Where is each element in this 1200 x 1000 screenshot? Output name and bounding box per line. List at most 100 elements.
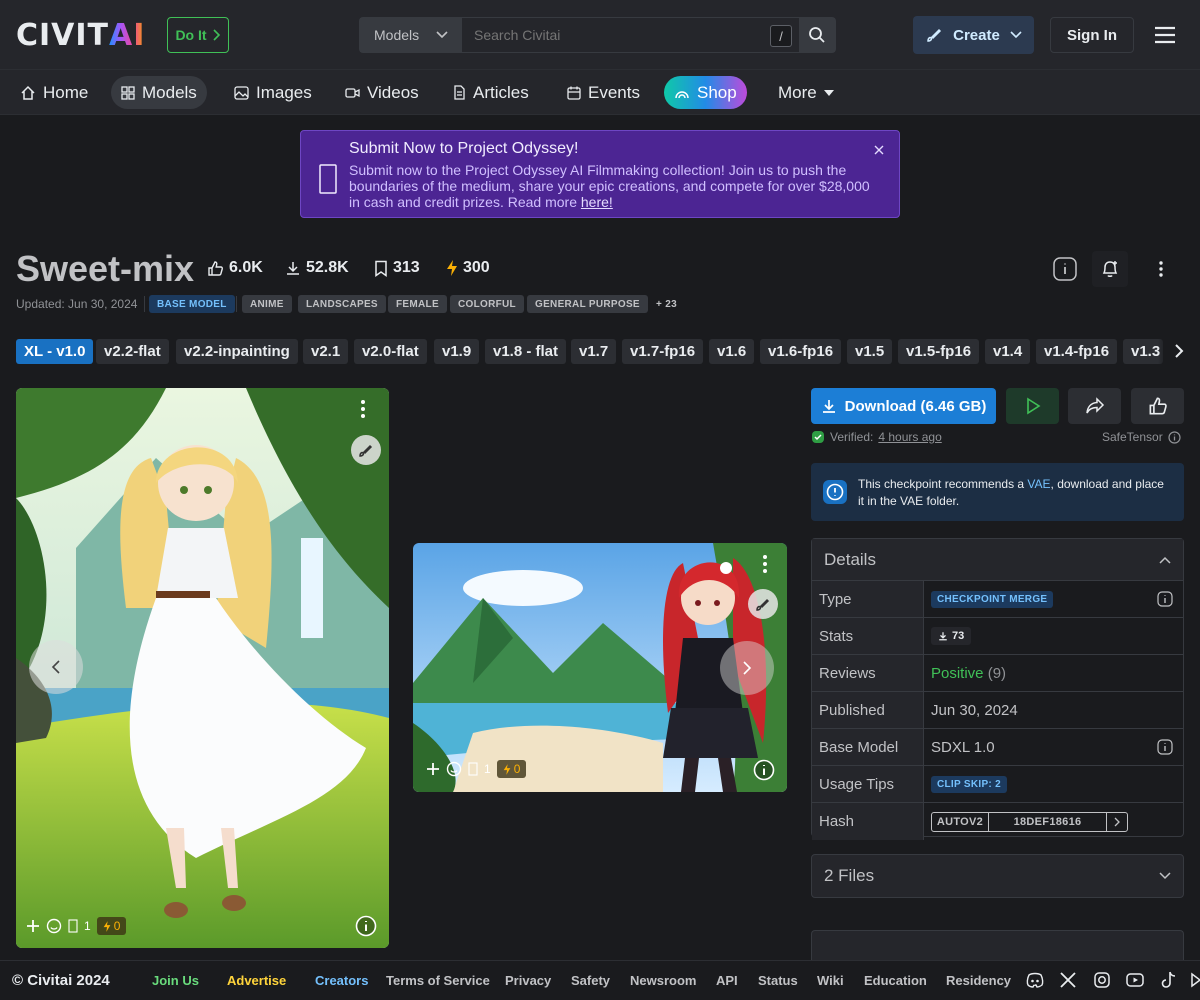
x-icon[interactable]: [1060, 972, 1076, 988]
create-button[interactable]: Create: [913, 16, 1034, 54]
smiley-icon[interactable]: [46, 918, 62, 934]
tag[interactable]: FEMALE: [388, 295, 447, 313]
menu-icon[interactable]: [1153, 25, 1177, 45]
version-tab[interactable]: v2.0-flat: [354, 339, 427, 364]
footer-link-residency[interactable]: Residency: [946, 973, 1011, 988]
smiley-icon[interactable]: [446, 761, 462, 777]
tiktok-icon[interactable]: [1161, 971, 1177, 989]
nav-events[interactable]: Events: [557, 76, 650, 109]
carousel-next-button[interactable]: [720, 641, 774, 695]
footer-link-wiki[interactable]: Wiki: [817, 973, 844, 988]
version-tab[interactable]: v2.1: [303, 339, 349, 364]
nav-home[interactable]: Home: [10, 76, 98, 109]
footer-link-advertise[interactable]: Advertise: [227, 973, 286, 988]
sign-in-button[interactable]: Sign In: [1050, 17, 1134, 53]
discord-icon[interactable]: [1026, 972, 1044, 988]
nav-images[interactable]: Images: [224, 76, 322, 109]
nav-more[interactable]: More: [768, 76, 844, 109]
footer-link-status[interactable]: Status: [758, 973, 798, 988]
kebab-icon[interactable]: [361, 400, 365, 418]
gallery-image-2[interactable]: 1 0: [413, 543, 787, 792]
details-header[interactable]: Details: [812, 539, 1183, 581]
version-tab[interactable]: v2.2-inpainting: [176, 339, 298, 364]
more-options-button[interactable]: [1143, 251, 1179, 287]
buzz-stat: 300: [446, 259, 490, 277]
info-icon[interactable]: [1168, 430, 1181, 444]
version-tab[interactable]: XL - v1.0: [16, 339, 94, 364]
info-button[interactable]: [1047, 251, 1083, 287]
like-button[interactable]: [1131, 388, 1184, 424]
footer-link-safety[interactable]: Safety: [571, 973, 610, 988]
buzz-tip[interactable]: 0: [96, 917, 127, 935]
vae-link[interactable]: VAE: [1027, 477, 1050, 491]
version-tab[interactable]: v1.9: [434, 339, 480, 364]
info-icon[interactable]: [1157, 739, 1173, 755]
hash-value[interactable]: 18DEF18616: [989, 812, 1107, 831]
search-input[interactable]: [462, 18, 799, 52]
footer-link-education[interactable]: Education: [864, 973, 927, 988]
info-icon[interactable]: [753, 759, 775, 781]
nav-videos[interactable]: Videos: [335, 76, 429, 109]
version-tab[interactable]: v1.3: [1123, 339, 1163, 364]
search-button[interactable]: [799, 18, 835, 52]
search-bar: Models /: [359, 17, 836, 53]
civitai-logo[interactable]: CIVIT AI: [16, 18, 145, 53]
version-tab[interactable]: v1.7: [571, 339, 617, 364]
comment-count: 1: [84, 919, 91, 933]
version-tab[interactable]: v1.7-fp16: [622, 339, 704, 364]
tag[interactable]: LANDSCAPES: [298, 295, 386, 313]
more-tags[interactable]: + 23: [648, 295, 685, 313]
next-panel-peek: [811, 930, 1184, 960]
footer-link-terms[interactable]: Terms of Service: [386, 973, 490, 988]
youtube-icon[interactable]: [1126, 972, 1144, 988]
plus-icon[interactable]: [426, 762, 440, 776]
files-panel[interactable]: 2 Files: [811, 854, 1184, 898]
close-icon[interactable]: [874, 145, 884, 155]
nav-articles[interactable]: Articles: [443, 76, 539, 109]
info-icon[interactable]: [355, 915, 377, 937]
footer-link-api[interactable]: API: [716, 973, 738, 988]
footer-link-join-us[interactable]: Join Us: [152, 973, 199, 988]
footer-link-privacy[interactable]: Privacy: [505, 973, 551, 988]
detail-row-stats: Stats 73: [812, 618, 1183, 655]
notify-button[interactable]: [1092, 251, 1128, 287]
footer-link-newsroom[interactable]: Newsroom: [630, 973, 696, 988]
reddit-icon[interactable]: [1188, 972, 1200, 988]
version-tab[interactable]: v2.2-flat: [96, 339, 169, 364]
detail-key: Base Model: [812, 729, 924, 765]
banner-link[interactable]: here!: [581, 194, 613, 210]
version-tab[interactable]: v1.5: [847, 339, 893, 364]
nav-shop[interactable]: Shop: [664, 76, 747, 109]
reviews-sentiment[interactable]: Positive: [931, 665, 984, 682]
info-icon[interactable]: [1157, 591, 1173, 607]
tag[interactable]: COLORFUL: [450, 295, 524, 313]
nav-models[interactable]: Models: [111, 76, 207, 109]
carousel-prev-button[interactable]: [29, 640, 83, 694]
do-it-button[interactable]: Do It: [167, 17, 229, 53]
footer-link-creators[interactable]: Creators: [315, 973, 368, 988]
gallery-image-1[interactable]: 1 0: [16, 388, 389, 948]
buzz-tip[interactable]: 0: [496, 760, 527, 778]
hash-type[interactable]: AUTOV2: [932, 812, 989, 831]
instagram-icon[interactable]: [1094, 972, 1110, 988]
share-button[interactable]: [1068, 388, 1121, 424]
tag[interactable]: ANIME: [242, 295, 292, 313]
kebab-icon[interactable]: [763, 555, 767, 573]
generate-button[interactable]: [1006, 388, 1059, 424]
hash-next[interactable]: [1107, 813, 1127, 831]
version-tab[interactable]: v1.4-fp16: [1036, 339, 1118, 364]
plus-icon[interactable]: [26, 919, 40, 933]
version-tab[interactable]: v1.8 - flat: [485, 339, 567, 364]
search-scope-select[interactable]: Models: [360, 18, 462, 52]
tag[interactable]: GENERAL PURPOSE: [527, 295, 648, 313]
verified-time[interactable]: 4 hours ago: [878, 430, 941, 444]
remix-button[interactable]: [351, 435, 381, 465]
version-tab[interactable]: v1.5-fp16: [898, 339, 980, 364]
version-tab[interactable]: v1.4: [985, 339, 1031, 364]
versions-scroll-right[interactable]: [1158, 336, 1184, 366]
version-tab[interactable]: v1.6-fp16: [760, 339, 842, 364]
remix-button[interactable]: [748, 589, 778, 619]
version-tab[interactable]: v1.6: [709, 339, 755, 364]
likes-count: 6.0K: [229, 259, 263, 276]
download-button[interactable]: Download (6.46 GB): [811, 388, 996, 424]
